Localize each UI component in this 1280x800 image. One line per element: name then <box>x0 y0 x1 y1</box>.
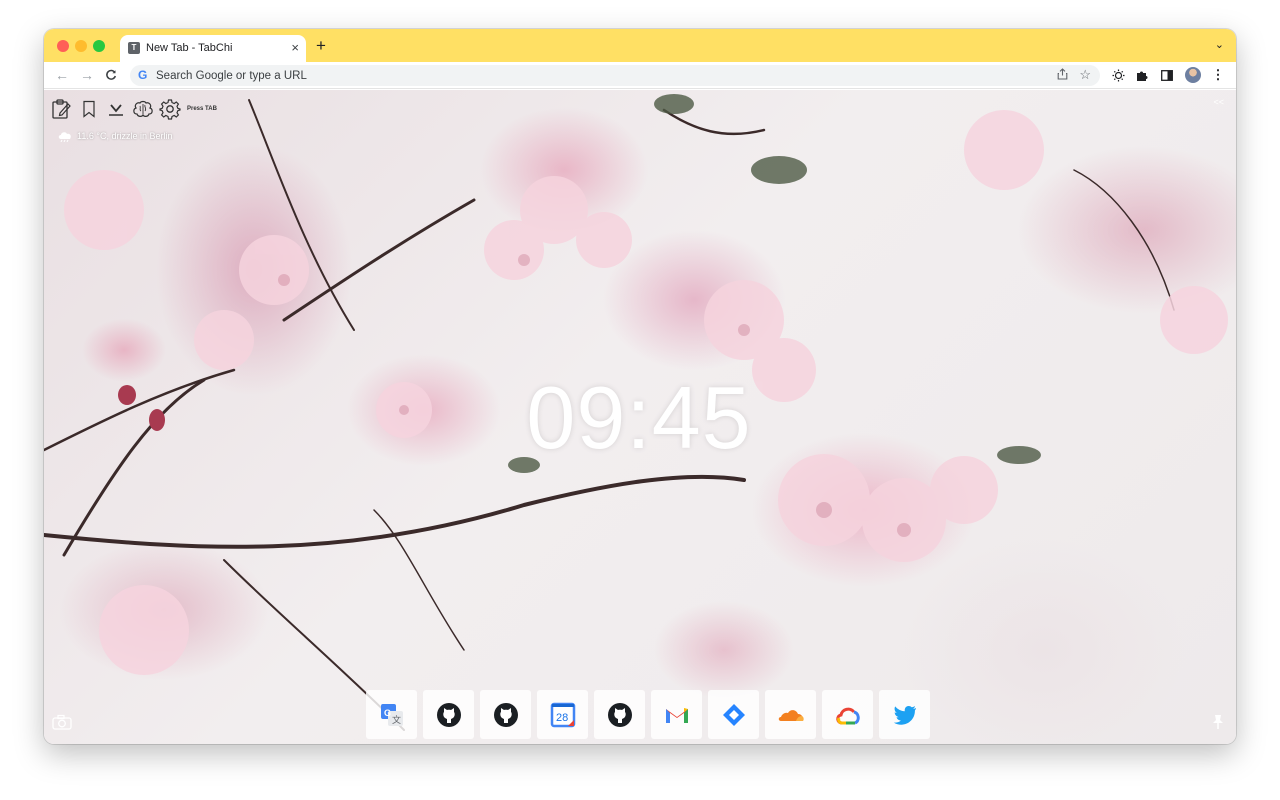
shortcut-github-3[interactable] <box>594 690 645 739</box>
browser-window: T New Tab - TabChi × + ⌄ ← → G Search Go… <box>44 29 1236 744</box>
browser-toolbar: ← → G Search Google or type a URL ☆ ⋮ <box>44 62 1236 89</box>
close-window-button[interactable] <box>57 40 69 52</box>
settings-icon[interactable] <box>158 97 181 120</box>
svg-text:G: G <box>384 708 391 718</box>
pin-background-icon[interactable] <box>1212 714 1224 733</box>
notes-icon[interactable] <box>50 97 73 120</box>
brain-icon[interactable] <box>131 97 154 120</box>
maximize-window-button[interactable] <box>93 40 105 52</box>
shortcut-gmail[interactable] <box>651 690 702 739</box>
calendar-date: 28 <box>556 712 568 724</box>
minimize-window-button[interactable] <box>75 40 87 52</box>
tab-strip: T New Tab - TabChi × + ⌄ <box>44 29 1236 62</box>
cloud-rain-icon <box>58 132 71 142</box>
side-panel-icon[interactable] <box>1159 67 1175 83</box>
reload-button[interactable] <box>105 66 117 85</box>
shortcut-github-1[interactable] <box>423 690 474 739</box>
github-icon <box>607 702 632 727</box>
cloudflare-icon <box>778 709 804 721</box>
bookmark-star-icon[interactable]: ☆ <box>1079 67 1091 83</box>
github-icon <box>493 702 518 727</box>
weather-text: 11.6 °C, drizzle in Berlin <box>77 131 173 141</box>
svg-text:文: 文 <box>392 714 401 725</box>
tab-new-tab[interactable]: T New Tab - TabChi × <box>120 35 306 62</box>
shortcut-cloudflare[interactable] <box>765 690 816 739</box>
tab-close-icon[interactable]: × <box>291 40 299 56</box>
share-icon[interactable] <box>1057 68 1068 83</box>
back-button[interactable]: ← <box>55 66 69 84</box>
google-cloud-icon <box>835 707 860 724</box>
jira-icon <box>722 703 745 726</box>
press-tab-hint: Press TAB <box>187 105 217 112</box>
gmail-icon <box>665 707 688 723</box>
avatar <box>1185 67 1201 83</box>
tabchi-new-tab-page: Press TAB 11.6 °C, drizzle in Berlin << … <box>44 90 1236 744</box>
extensions-puzzle-icon[interactable] <box>1134 67 1150 83</box>
address-bar-placeholder[interactable]: Search Google or type a URL <box>156 69 307 83</box>
github-icon <box>436 702 461 727</box>
tab-search-chevron-icon[interactable]: ⌄ <box>1215 38 1224 51</box>
browser-menu-icon[interactable]: ⋮ <box>1210 67 1226 83</box>
background-info-camera-icon[interactable] <box>52 714 72 735</box>
clock: 09:45 <box>526 368 752 467</box>
forward-button[interactable]: → <box>80 66 94 84</box>
tabchi-toolbar: Press TAB <box>50 97 217 120</box>
shortcut-jira[interactable] <box>708 690 759 739</box>
reload-icon <box>106 69 117 80</box>
shortcut-github-2[interactable] <box>480 690 531 739</box>
google-icon: G <box>138 68 148 82</box>
shortcut-google-translate[interactable]: G文 <box>366 690 417 739</box>
shortcut-dock: G文 28 <box>366 690 930 739</box>
bookmark-icon[interactable] <box>77 97 100 120</box>
twitter-icon <box>893 705 916 725</box>
extension-sun-icon[interactable] <box>1110 67 1126 83</box>
shortcut-twitter[interactable] <box>879 690 930 739</box>
weather-widget: 11.6 °C, drizzle in Berlin <box>57 130 172 142</box>
shortcut-google-cloud[interactable] <box>822 690 873 739</box>
new-tab-button[interactable]: + <box>316 35 326 57</box>
download-icon[interactable] <box>104 97 127 120</box>
address-bar[interactable]: G Search Google or type a URL ☆ <box>130 65 1100 86</box>
google-translate-icon: G文 <box>380 703 403 726</box>
profile-avatar[interactable] <box>1185 67 1201 83</box>
google-calendar-icon: 28 <box>550 702 575 727</box>
shortcut-google-calendar[interactable]: 28 <box>537 690 588 739</box>
tab-title: New Tab - TabChi <box>146 42 233 54</box>
collapse-sidebar-button[interactable]: << <box>1213 97 1224 107</box>
tab-favicon: T <box>128 42 140 54</box>
